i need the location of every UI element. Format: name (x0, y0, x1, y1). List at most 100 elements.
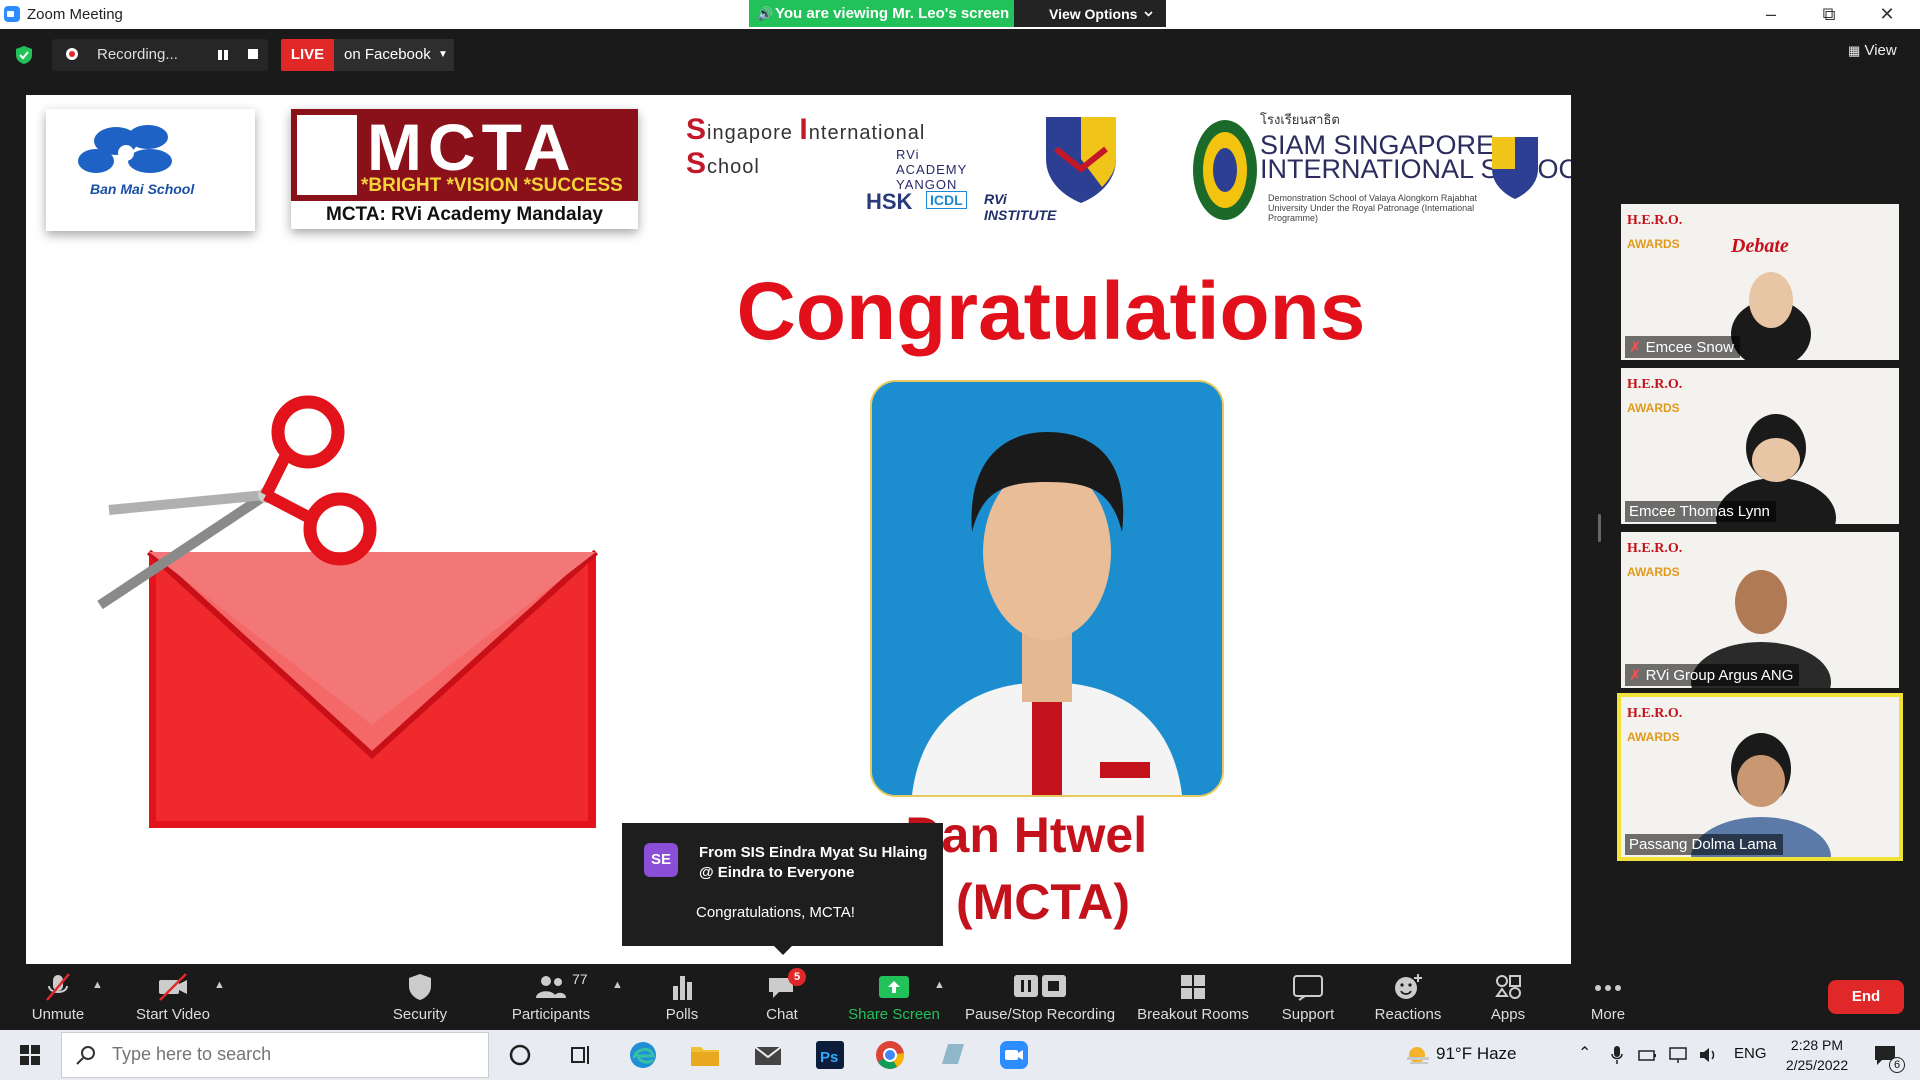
file-explorer-icon[interactable] (688, 1038, 722, 1072)
sis-subtitle: RVi ACADEMY YANGON (896, 147, 968, 192)
chat-label: Chat (766, 1006, 798, 1023)
breakout-rooms-button[interactable]: Breakout Rooms (1134, 964, 1252, 1030)
edge-browser-icon[interactable] (626, 1038, 660, 1072)
clock[interactable]: 2:28 PM 2/25/2022 (1772, 1035, 1862, 1075)
mcta-logo: MCTA *BRIGHT *VISION *SUCCESS MCTA: RVi … (291, 109, 638, 229)
participants-options-caret[interactable]: ▲ (612, 979, 623, 991)
search-input[interactable] (110, 1043, 474, 1066)
congratulations-heading: Congratulations (736, 266, 1366, 357)
pause-stop-recording-button[interactable]: Pause/Stop Recording (964, 964, 1116, 1030)
muted-mic-icon (46, 973, 70, 1001)
siam-thai-text: โรงเรียนสาธิต (1260, 112, 1340, 127)
support-button[interactable]: Support (1268, 964, 1348, 1030)
viewing-screen-banner: 🔊 You are viewing Mr. Leo's screen (749, 0, 1014, 27)
svg-text:H.E.R.O.: H.E.R.O. (1627, 706, 1682, 721)
reactions-button[interactable]: Reactions (1368, 964, 1448, 1030)
cortana-icon[interactable] (503, 1038, 537, 1072)
support-label: Support (1281, 1006, 1335, 1023)
breakout-rooms-label: Breakout Rooms (1137, 1006, 1249, 1023)
video-off-icon (159, 973, 187, 1001)
icdl-logo: ICDL (926, 191, 967, 209)
unmute-label: Unmute (31, 1006, 85, 1023)
mcta-emblem-icon (297, 115, 357, 195)
close-button[interactable]: ✕ (1858, 0, 1916, 29)
taskbar-search[interactable] (61, 1032, 489, 1078)
pause-recording-icon[interactable] (216, 48, 230, 62)
record-icon (66, 48, 78, 60)
title-bar: Zoom Meeting 🔊 You are viewing Mr. Leo's… (0, 0, 1920, 29)
start-video-label: Start Video (136, 1006, 210, 1023)
weather-readout[interactable]: 91°F Haze (1436, 1044, 1517, 1064)
participant-name: Passang Dolma Lama (1625, 834, 1783, 855)
start-button[interactable] (0, 1030, 60, 1080)
chevron-up-icon[interactable]: ⌃ (1578, 1043, 1591, 1063)
svg-text:H.E.R.O.: H.E.R.O. (1627, 541, 1682, 556)
student-school: (MCTA) (956, 874, 1130, 930)
apps-button[interactable]: Apps (1468, 964, 1548, 1030)
mcta-motto: *BRIGHT *VISION *SUCCESS (361, 175, 623, 196)
chat-message: Congratulations, MCTA! (696, 904, 855, 921)
task-view-icon[interactable] (564, 1038, 598, 1072)
polls-label: Polls (665, 1006, 699, 1023)
student-portrait-image (872, 382, 1222, 795)
video-tile-active-speaker[interactable]: H.E.R.O. AWARDS Passang Dolma Lama (1617, 693, 1903, 861)
speaker-icon: 🔊 (757, 6, 774, 21)
restore-button[interactable]: ⧉ (1800, 0, 1858, 29)
shield-icon (409, 974, 431, 1000)
video-tile[interactable]: H.E.R.O. AWARDS Emcee Thomas Lynn (1621, 368, 1899, 524)
recording-text: Recording... (97, 46, 178, 63)
encryption-shield-icon[interactable] (14, 45, 34, 65)
live-badge: LIVE (281, 39, 334, 71)
network-icon[interactable] (1668, 1046, 1688, 1064)
view-options-button[interactable]: View Options (1014, 0, 1166, 27)
security-button[interactable]: Security (380, 964, 460, 1030)
panel-resize-handle[interactable] (1598, 514, 1601, 542)
chat-sender: From SIS Eindra Myat Su Hlaing @ Eindra … (699, 844, 928, 881)
end-meeting-button[interactable]: End (1828, 980, 1904, 1014)
viewing-screen-text: You are viewing Mr. Leo's screen (775, 5, 1010, 22)
mail-icon[interactable] (751, 1038, 785, 1072)
reactions-label: Reactions (1374, 1006, 1442, 1023)
battery-icon[interactable] (1638, 1047, 1658, 1063)
microphone-icon[interactable] (1610, 1045, 1624, 1065)
volume-icon[interactable] (1698, 1046, 1718, 1064)
svg-text:AWARDS: AWARDS (1627, 730, 1680, 744)
unmute-button[interactable]: Unmute (18, 964, 98, 1030)
live-destination-label: on Facebook (344, 46, 431, 63)
more-button[interactable]: More (1568, 964, 1648, 1030)
share-options-caret[interactable]: ▲ (934, 979, 945, 991)
zoom-app-icon (4, 6, 20, 22)
zoom-taskbar-icon[interactable] (997, 1038, 1031, 1072)
share-screen-button[interactable]: Share Screen (844, 964, 944, 1030)
polls-button[interactable]: Polls (652, 964, 712, 1030)
start-video-button[interactable]: Start Video (122, 964, 224, 1030)
view-button[interactable]: ▦ View (1848, 42, 1897, 59)
video-tile[interactable]: H.E.R.O. AWARDS Debate ✗ Emcee Snow (1621, 204, 1899, 360)
live-destination-dropdown[interactable]: on Facebook ▼ (334, 39, 454, 71)
toast-pointer (774, 946, 792, 955)
svg-text:Debate: Debate (1730, 235, 1789, 257)
sis-logo: Singapore International School RVi ACADE… (686, 113, 986, 192)
notes-app-icon[interactable] (936, 1038, 970, 1072)
chat-notification[interactable]: SE From SIS Eindra Myat Su Hlaing @ Eind… (622, 823, 943, 955)
avatar: SE (644, 843, 678, 877)
view-label: View (1864, 42, 1897, 59)
smiley-plus-icon (1395, 974, 1422, 999)
apps-label: Apps (1490, 1006, 1526, 1023)
chrome-icon[interactable] (873, 1038, 907, 1072)
view-options-label: View Options (1049, 6, 1138, 22)
clock-date: 2/25/2022 (1785, 1057, 1849, 1073)
audio-options-caret[interactable]: ▲ (92, 979, 103, 991)
video-options-caret[interactable]: ▲ (214, 979, 225, 991)
ban-mai-school-logo: Ban Mai School (46, 109, 255, 231)
minimize-button[interactable]: – (1742, 0, 1800, 29)
participants-button[interactable]: 77 Participants (500, 964, 602, 1030)
siam-seal-icon (1193, 120, 1257, 220)
input-language[interactable]: ENG (1734, 1045, 1767, 1062)
siam-crest-icon (1492, 137, 1538, 199)
participant-name: Emcee Thomas Lynn (1625, 501, 1776, 522)
more-dots-icon (1595, 985, 1621, 991)
video-tile[interactable]: H.E.R.O. AWARDS ✗ RVi Group Argus ANG (1621, 532, 1899, 688)
photoshop-icon[interactable]: Ps (813, 1038, 847, 1072)
stop-recording-icon[interactable] (248, 49, 258, 59)
